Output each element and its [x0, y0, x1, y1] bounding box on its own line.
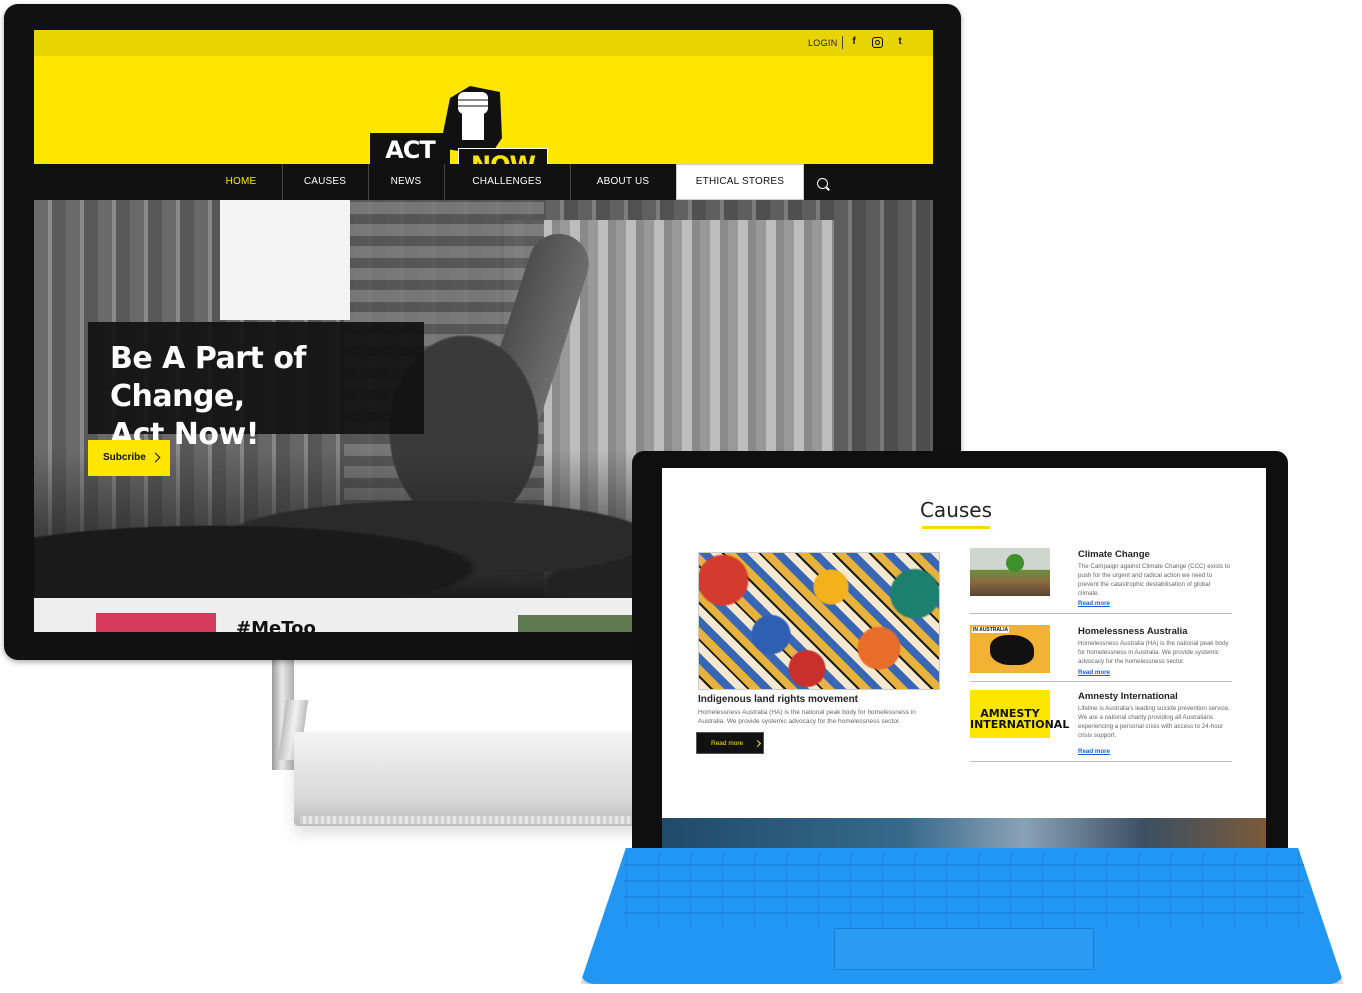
tree-image[interactable] [970, 548, 1050, 596]
divider [970, 761, 1232, 762]
cause-description: Lifeline is Australia's leading suicide … [1078, 705, 1230, 739]
nav-about-us[interactable]: ABOUT US [570, 164, 677, 200]
topbar-divider [842, 36, 843, 49]
divider [970, 681, 1232, 682]
nav-challenges[interactable]: CHALLENGES [444, 164, 571, 200]
read-more-label: Read more [711, 740, 744, 747]
featured-cause-description: Homelessness Australia (HA) is the natio… [698, 709, 916, 725]
facebook-icon[interactable]: f [848, 36, 860, 48]
featured-cause-image[interactable] [698, 552, 940, 690]
cause-read-more-link[interactable]: Read more [1078, 748, 1110, 755]
login-link[interactable]: LOGIN [808, 38, 838, 48]
hero-title: Be A Part of Change, Act Now! [110, 340, 420, 454]
cause-item-amnesty: AMNESTY INTERNATIONAL Amnesty Internatio… [970, 690, 1232, 762]
cause-title[interactable]: Climate Change [1078, 549, 1150, 560]
featured-read-more-button[interactable]: Read more [696, 732, 764, 754]
monitor-stand-base [294, 732, 654, 826]
main-nav: HOME CAUSES NEWS CHALLENGES ABOUT US ETH… [34, 164, 933, 200]
news-heading: #MeToo [236, 618, 316, 632]
chevron-right-icon [150, 452, 161, 463]
keyboard-keys[interactable] [624, 852, 1304, 928]
nav-ethical-stores[interactable]: ETHICAL STORES [676, 164, 804, 200]
twitter-icon[interactable]: t [894, 36, 906, 48]
news-card-image[interactable] [96, 613, 216, 632]
cause-description: The Campaign against Climate Change (CCC… [1078, 563, 1231, 597]
topbar: LOGIN f t [34, 30, 933, 56]
featured-cause-title[interactable]: Indigenous land rights movement [698, 694, 858, 705]
thumb-tag: IN AUSTRALIA [972, 627, 1010, 633]
search-icon[interactable] [817, 178, 828, 189]
chevron-right-icon [753, 739, 762, 748]
subscribe-label: Subcribe [103, 452, 146, 463]
cause-item-climate-change: Climate Change The Campaign against Clim… [970, 548, 1232, 620]
monitor-stand-base-edge [300, 816, 650, 824]
divider [970, 613, 1232, 614]
hero-title-line1: Be A Part of Change, [110, 341, 307, 414]
news-card-image[interactable] [518, 615, 638, 632]
hero-text-box: Be A Part of Change, Act Now! [88, 322, 424, 452]
subscribe-button[interactable]: Subcribe [88, 440, 170, 476]
amnesty-logo[interactable]: AMNESTY INTERNATIONAL [970, 690, 1069, 738]
touchpad[interactable] [834, 928, 1094, 970]
cause-title[interactable]: Homelessness Australia [1078, 626, 1187, 637]
site-header: ACT NOW [34, 56, 933, 183]
tablet-bottom-images [662, 818, 1266, 852]
cause-item-homelessness: IN AUSTRALIA Homelessness Australia Home… [970, 625, 1232, 697]
nav-causes[interactable]: CAUSES [282, 164, 369, 200]
hero-sky-image [220, 200, 350, 320]
logo-act: ACT [370, 133, 450, 168]
cause-read-more-link[interactable]: Read more [1078, 669, 1110, 676]
causes-underline [922, 526, 990, 529]
tablet-screen: Causes Indigenous land rights movement H… [662, 468, 1266, 852]
nav-news[interactable]: NEWS [368, 164, 445, 200]
australia-map-image[interactable]: IN AUSTRALIA [970, 625, 1050, 673]
cause-description: Homelessness Australia (HA) is the natio… [1078, 640, 1229, 665]
cause-read-more-link[interactable]: Read more [1078, 600, 1110, 607]
cause-title[interactable]: Amnesty International [1078, 691, 1178, 702]
instagram-icon[interactable] [872, 37, 883, 48]
causes-heading: Causes [919, 498, 993, 522]
nav-home[interactable]: HOME [200, 164, 283, 200]
